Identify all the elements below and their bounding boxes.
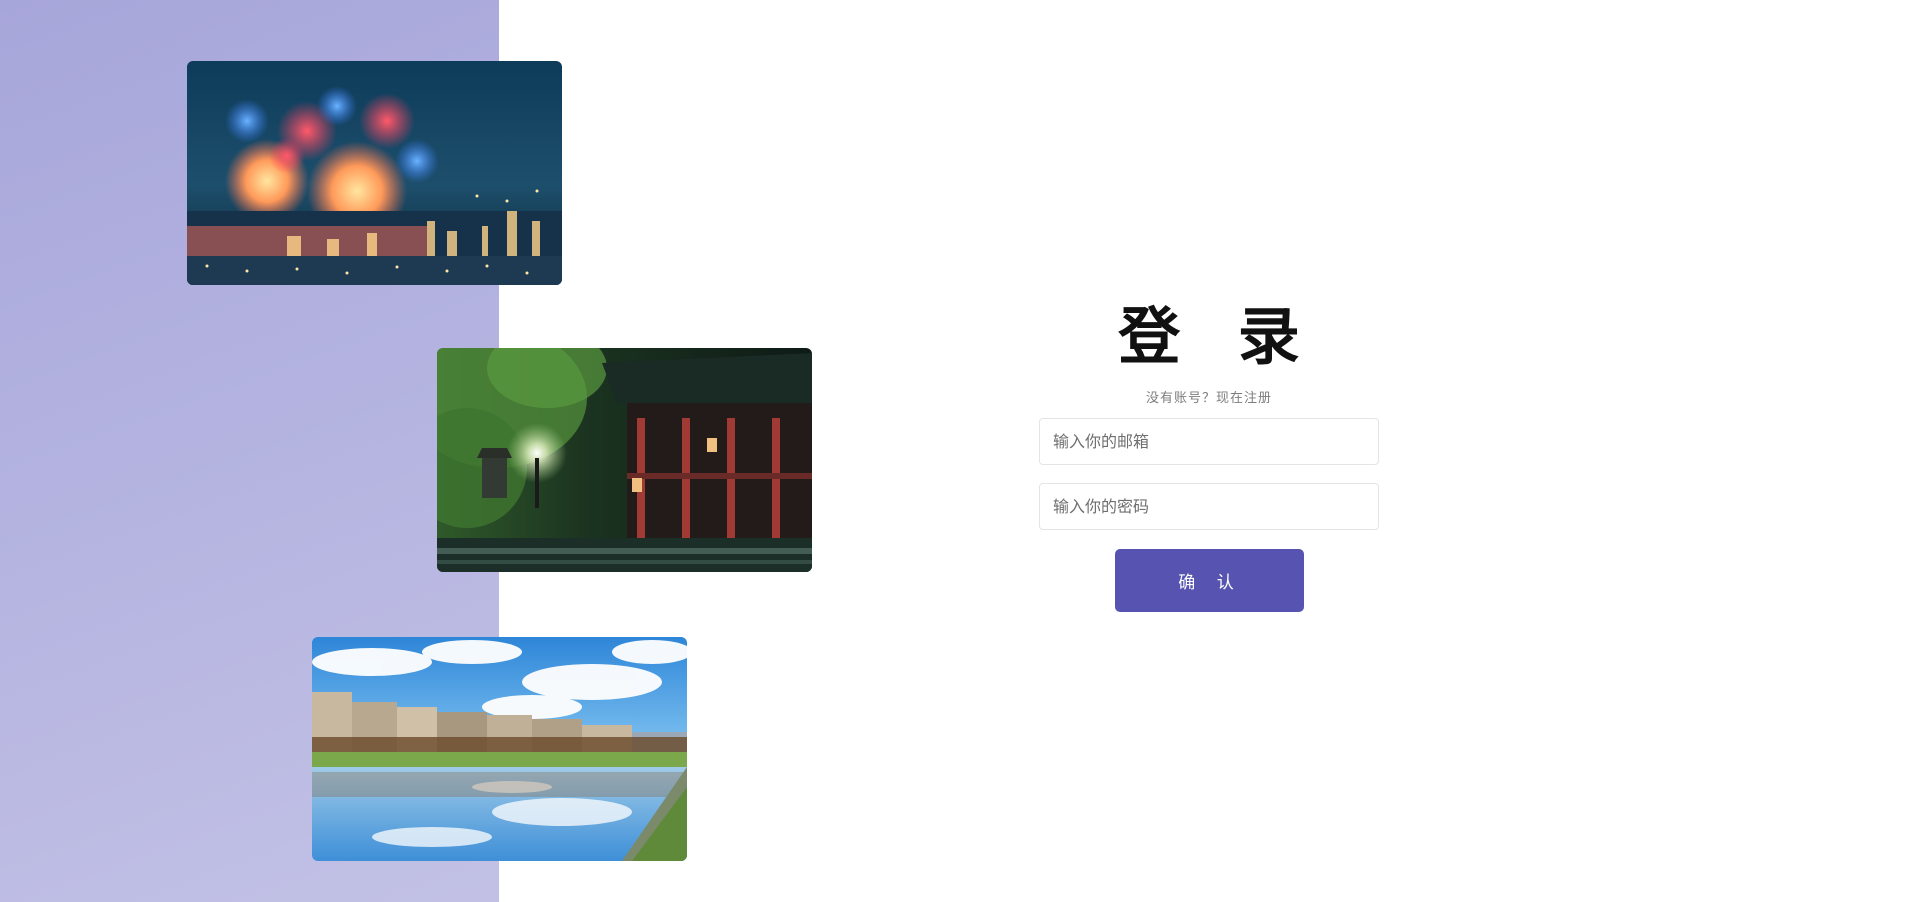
- login-title: 登 录: [1118, 300, 1318, 373]
- riverside-town-photo: [312, 637, 687, 861]
- email-input[interactable]: [1039, 418, 1379, 465]
- login-page: 登 录 没有账号？现在注册 确 认: [0, 0, 1914, 902]
- fireworks-city-photo: [187, 61, 562, 285]
- night-temple-photo: [437, 348, 812, 572]
- register-link[interactable]: 没有账号？现在注册: [1039, 387, 1379, 406]
- confirm-button[interactable]: 确 认: [1114, 549, 1304, 612]
- login-form: 登 录 没有账号？现在注册 确 认: [1039, 295, 1379, 612]
- password-input[interactable]: [1039, 483, 1379, 530]
